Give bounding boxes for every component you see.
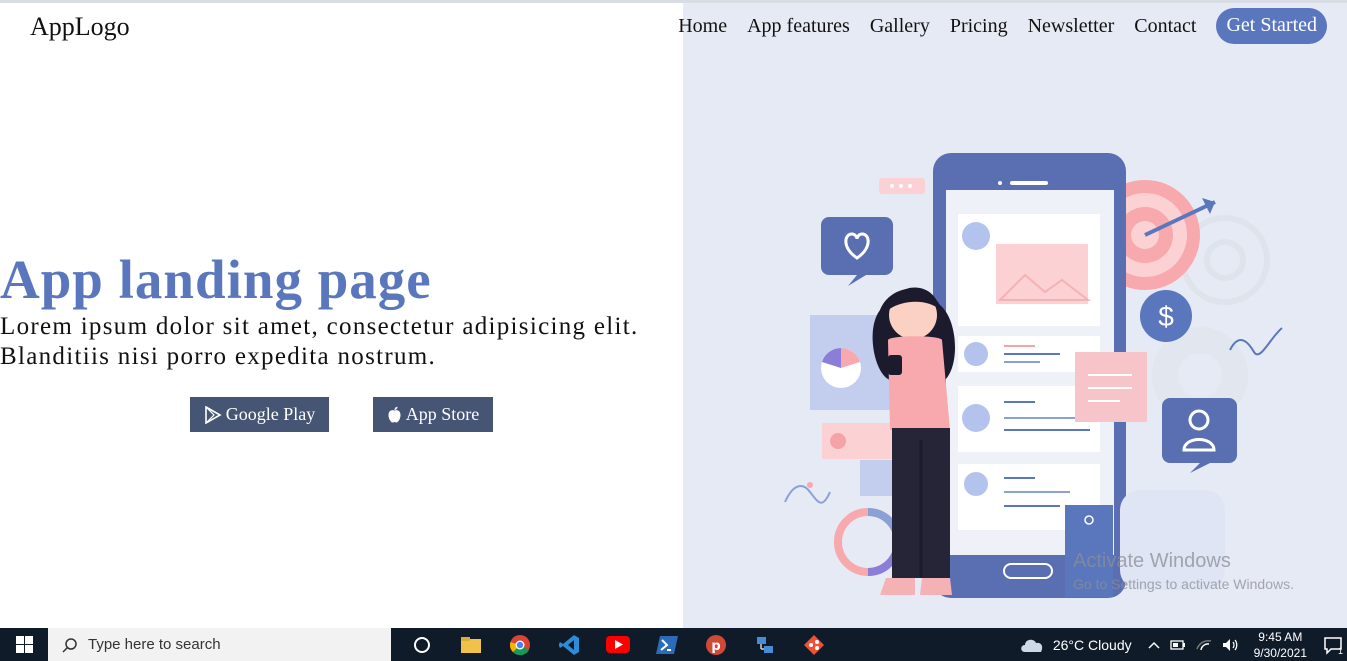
nav-pricing[interactable]: Pricing xyxy=(950,15,1008,38)
app-store-label: App Store xyxy=(405,404,480,424)
volume-icon[interactable] xyxy=(1222,638,1240,652)
main-nav: Home App features Gallery Pricing Newsle… xyxy=(658,8,1327,44)
nav-contact[interactable]: Contact xyxy=(1134,15,1196,38)
cortana-icon[interactable] xyxy=(397,628,446,661)
activate-title: Activate Windows xyxy=(1073,550,1231,572)
nav-home[interactable]: Home xyxy=(678,15,727,38)
notification-icon: 1 xyxy=(1324,636,1343,655)
wifi-icon[interactable] xyxy=(1195,639,1212,651)
powershell-icon[interactable] xyxy=(642,628,691,661)
cloud-icon xyxy=(1021,639,1043,652)
taskbar: Type here to search p 26°C Cloudy 9:45 A… xyxy=(0,628,1347,661)
pinned-apps: p xyxy=(397,628,838,661)
vscode-icon[interactable] xyxy=(544,628,593,661)
clock-time: 9:45 AM xyxy=(1258,629,1303,644)
app-store-button[interactable]: App Store xyxy=(373,397,493,432)
get-started-button[interactable]: Get Started xyxy=(1216,8,1327,44)
play-store-icon xyxy=(204,405,222,424)
activate-windows-watermark: Activate Windows Go to Settings to activ… xyxy=(1073,550,1294,592)
svg-text:p: p xyxy=(711,639,720,654)
google-play-label: Google Play xyxy=(225,404,316,424)
chrome-icon[interactable] xyxy=(495,628,544,661)
search-icon xyxy=(62,637,77,653)
hero-title: App landing page xyxy=(0,249,432,310)
system-tray: 26°C Cloudy 9:45 AM 9/30/2021 1 xyxy=(1019,628,1347,661)
git-icon[interactable] xyxy=(789,628,838,661)
weather-widget[interactable]: 26°C Cloudy xyxy=(1019,636,1132,653)
notification-center[interactable]: 1 xyxy=(1319,635,1347,655)
file-explorer-icon[interactable] xyxy=(446,628,495,661)
clock-date: 9/30/2021 xyxy=(1253,645,1307,660)
battery-icon[interactable] xyxy=(1169,639,1186,651)
start-button[interactable] xyxy=(0,628,48,661)
nav-gallery[interactable]: Gallery xyxy=(870,15,930,38)
apple-icon xyxy=(387,406,402,423)
taskbar-search[interactable]: Type here to search xyxy=(48,628,391,661)
google-play-button[interactable]: Google Play xyxy=(190,397,329,432)
nav-app-features[interactable]: App features xyxy=(747,15,850,38)
weather-text: 26°C Cloudy xyxy=(1052,636,1132,653)
svg-text:$: $ xyxy=(1158,301,1174,332)
activate-subtitle: Go to Settings to activate Windows. xyxy=(1073,576,1294,592)
search-placeholder: Type here to search xyxy=(88,636,221,653)
app-logo[interactable]: AppLogo xyxy=(30,12,130,42)
hero-subtitle: Lorem ipsum dolor sit amet, consectetur … xyxy=(0,313,639,370)
chevron-up-icon[interactable] xyxy=(1148,641,1160,649)
clock[interactable]: 9:45 AM 9/30/2021 xyxy=(1254,629,1307,661)
nav-newsletter[interactable]: Newsletter xyxy=(1028,15,1115,38)
notification-count: 1 xyxy=(1338,646,1343,655)
youtube-icon[interactable] xyxy=(593,628,642,661)
postman-icon[interactable]: p xyxy=(691,628,740,661)
windows-icon xyxy=(15,636,33,653)
network-app-icon[interactable] xyxy=(740,628,789,661)
hero-illustration: $ xyxy=(770,140,1290,615)
